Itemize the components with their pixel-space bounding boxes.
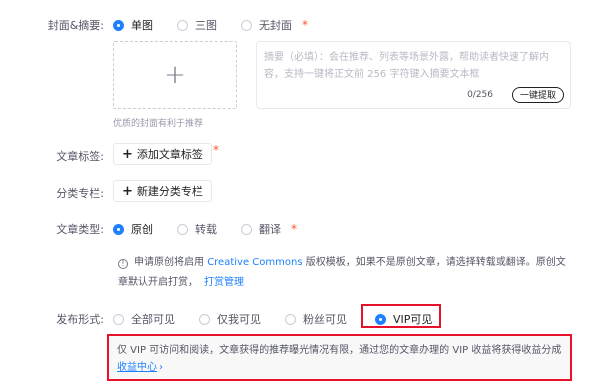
note-prefix: 申请原创将启用 (134, 257, 204, 268)
radio-empty-icon (285, 313, 296, 325)
radio-empty-icon (177, 19, 188, 31)
vip-note-text: 仅 VIP 可访问和阅读，文章获得的推荐曝光情况有限，通过您的文章办理的 VIP… (117, 345, 562, 356)
reward-manage-link[interactable]: 打赏管理 (204, 277, 244, 288)
type-option-label: 原创 (131, 223, 153, 236)
summary-char-count: 0/256 (467, 90, 493, 100)
visibility-option-self[interactable]: 仅我可见 (199, 311, 261, 327)
article-type-radio-group: 原创 转载 翻译 * (113, 221, 297, 237)
article-type-label: 文章类型: (56, 223, 104, 236)
cover-option-label: 三图 (195, 19, 217, 32)
vip-option-highlight (361, 304, 441, 328)
revenue-center-link[interactable]: 收益中心 (117, 362, 157, 373)
vip-note-box: 仅 VIP 可访问和阅读，文章获得的推荐曝光情况有限，通过您的文章办理的 VIP… (107, 334, 572, 381)
column-label: 分类专栏: (56, 187, 104, 200)
required-mark: * (302, 18, 308, 32)
add-tag-button[interactable]: + 添加文章标签 (113, 143, 212, 165)
chevron-right-icon: › (159, 362, 163, 373)
cover-option-label: 单图 (131, 19, 153, 32)
cover-option-three[interactable]: 三图 (177, 17, 217, 33)
cover-tip: 优质的封面有利于推荐 (113, 119, 204, 129)
cover-label: 封面&摘要: (47, 19, 104, 32)
plus-icon: + (164, 60, 186, 90)
visibility-option-label: 全部可见 (131, 313, 175, 326)
radio-empty-icon (241, 19, 252, 31)
type-option-label: 转载 (195, 223, 217, 236)
type-option-repost[interactable]: 转载 (177, 221, 217, 237)
visibility-label: 发布形式: (56, 313, 104, 326)
tags-label: 文章标签: (56, 150, 104, 163)
summary-textarea[interactable]: 摘要（必填）：会在推荐、列表等场景外露，帮助读者快速了解内容，支持一键将正文前 … (256, 41, 571, 109)
type-option-translation[interactable]: 翻译 (241, 221, 281, 237)
visibility-option-fans[interactable]: 粉丝可见 (285, 311, 347, 327)
type-option-label: 翻译 (259, 223, 281, 236)
radio-empty-icon (177, 223, 188, 235)
radio-checked-icon (113, 19, 124, 31)
cover-upload-box[interactable]: + (113, 41, 237, 109)
cover-option-single[interactable]: 单图 (113, 17, 153, 33)
visibility-option-label: 仅我可见 (217, 313, 261, 326)
radio-empty-icon (199, 313, 210, 325)
add-column-button[interactable]: + 新建分类专栏 (113, 180, 212, 202)
visibility-option-label: 粉丝可见 (303, 313, 347, 326)
radio-empty-icon (241, 223, 252, 235)
creative-commons-link[interactable]: Creative Commons (207, 257, 302, 268)
plus-icon: + (122, 183, 133, 199)
original-note: ! 申请原创将启用 Creative Commons 版权模板，如果不是原创文章，… (118, 253, 573, 293)
cover-option-none[interactable]: 无封面 (241, 17, 292, 33)
cover-option-label: 无封面 (259, 19, 292, 32)
radio-checked-icon (113, 223, 124, 235)
required-mark: * (213, 143, 219, 157)
add-column-label: 新建分类专栏 (136, 185, 203, 198)
required-mark: * (291, 222, 297, 236)
plus-icon: + (122, 146, 133, 162)
extract-summary-button[interactable]: 一键提取 (511, 87, 564, 103)
add-tag-label: 添加文章标签 (136, 148, 203, 161)
info-icon: ! (118, 259, 128, 269)
type-option-original[interactable]: 原创 (113, 221, 153, 237)
visibility-option-all[interactable]: 全部可见 (113, 311, 175, 327)
radio-empty-icon (113, 313, 124, 325)
cover-radio-group: 单图 三图 无封面 * (113, 17, 308, 33)
summary-placeholder: 摘要（必填）：会在推荐、列表等场景外露，帮助读者快速了解内容，支持一键将正文前 … (264, 52, 549, 80)
